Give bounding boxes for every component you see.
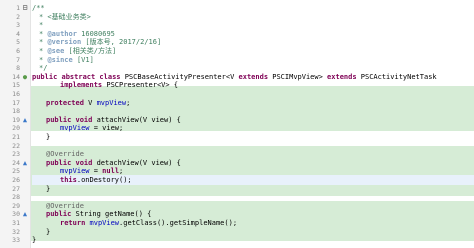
code-editor[interactable]: 1 ⊟/** 2 * <基础业务类> 3 * 4 * @author 16080695 5 * @… — [0, 0, 474, 248]
line-number: 33 — [12, 236, 20, 245]
code-token: } — [32, 236, 37, 245]
code-line[interactable]: 33} — [0, 235, 474, 245]
code-text: } — [32, 235, 474, 245]
